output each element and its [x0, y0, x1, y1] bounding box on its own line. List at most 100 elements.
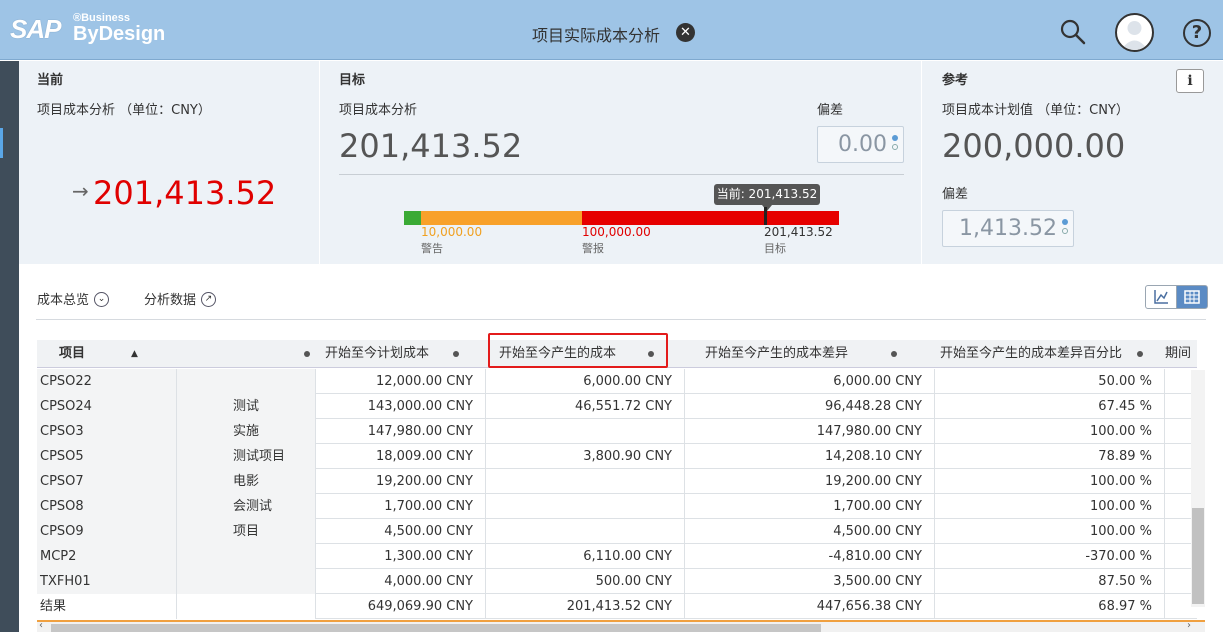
- actual-cost-cell: [486, 519, 685, 544]
- sort-ascending-icon[interactable]: ▲: [131, 340, 141, 368]
- value-help-icon[interactable]: [1062, 219, 1069, 237]
- vertical-scroll-thumb[interactable]: [1192, 508, 1204, 604]
- scroll-left-icon[interactable]: ‹: [39, 620, 43, 631]
- column-header-cost-variance[interactable]: 开始至今产生的成本差异: [705, 340, 875, 368]
- reference-value: 200,000.00: [942, 127, 1126, 165]
- target-deviation-field[interactable]: 0.00: [817, 126, 904, 163]
- variance-percent-cell: 100.00 %: [935, 494, 1165, 519]
- compass-icon: ↗: [201, 292, 217, 307]
- left-navigation-rail: [0, 61, 19, 632]
- planned-cost-cell: 649,069.90 CNY: [316, 594, 486, 619]
- project-id-cell: CPSO3: [37, 419, 177, 444]
- actual-cost-cell: 3,800.90 CNY: [486, 444, 685, 469]
- planned-cost-cell: 4,500.00 CNY: [316, 519, 486, 544]
- planned-cost-cell: 143,000.00 CNY: [316, 394, 486, 419]
- table-row[interactable]: CPSO24 测试 143,000.00 CNY 46,551.72 CNY 96,44…: [37, 394, 1197, 419]
- project-id-cell: CPSO22: [37, 369, 177, 394]
- tick-alert-value: 100,000.00: [582, 225, 651, 239]
- actual-cost-cell: 500.00 CNY: [486, 569, 685, 594]
- table-row[interactable]: CPSO9 项目 4,500.00 CNY 4,500.00 CNY 100.00 %: [37, 519, 1197, 544]
- column-menu-icon[interactable]: [891, 351, 897, 357]
- column-menu-icon[interactable]: [304, 351, 310, 357]
- cost-variance-cell: 3,500.00 CNY: [685, 569, 935, 594]
- logo-sap-text: SAP: [10, 14, 61, 44]
- tab-analysis-data[interactable]: 分析数据 ↗: [144, 289, 217, 308]
- column-menu-icon[interactable]: [1137, 351, 1143, 357]
- current-value: 201,413.52: [93, 174, 277, 212]
- horizontal-scroll-thumb[interactable]: [51, 624, 821, 632]
- variance-percent-cell: 87.50 %: [935, 569, 1165, 594]
- planned-cost-cell: 1,300.00 CNY: [316, 544, 486, 569]
- target-label: 项目成本分析: [339, 103, 418, 118]
- planned-cost-cell: 1,700.00 CNY: [316, 494, 486, 519]
- tab-analysis-data-label: 分析数据: [144, 293, 197, 308]
- project-name-cell: [177, 544, 316, 569]
- tick-target-value: 201,413.52: [764, 225, 833, 239]
- tick-target-label: 目标: [764, 242, 786, 255]
- table-total-row[interactable]: 结果 649,069.90 CNY 201,413.52 CNY 447,656.38…: [37, 594, 1197, 619]
- table-row[interactable]: CPSO8 会测试 1,700.00 CNY 1,700.00 CNY 100.00 %: [37, 494, 1197, 519]
- chart-view-button[interactable]: [1145, 285, 1177, 309]
- scroll-right-icon[interactable]: ›: [1187, 620, 1191, 631]
- reference-deviation-field[interactable]: 1,413.52: [942, 210, 1074, 247]
- variance-percent-cell: 67.45 %: [935, 394, 1165, 419]
- cost-variance-cell: 6,000.00 CNY: [685, 369, 935, 394]
- table-row[interactable]: CPSO7 电影 19,200.00 CNY 19,200.00 CNY 100.00 …: [37, 469, 1197, 494]
- variance-percent-cell: 68.97 %: [935, 594, 1165, 619]
- table-row[interactable]: CPSO3 实施 147,980.00 CNY 147,980.00 CNY 100.0…: [37, 419, 1197, 444]
- project-name-cell: 会测试: [177, 494, 316, 519]
- horizontal-scrollbar[interactable]: ‹ ›: [37, 620, 1205, 632]
- search-icon[interactable]: [1060, 19, 1086, 45]
- tick-warning-label: 警告: [421, 242, 443, 255]
- actual-cost-cell: 6,000.00 CNY: [486, 369, 685, 394]
- user-icon: [1121, 21, 1148, 50]
- planned-cost-cell: 147,980.00 CNY: [316, 419, 486, 444]
- tab-divider: [36, 319, 1206, 320]
- info-icon[interactable]: i: [1176, 69, 1204, 93]
- project-id-cell: CPSO7: [37, 469, 177, 494]
- cost-analysis-table: 项目 ▲ 开始至今计划成本 开始至今产生的成本 开始至今产生的成本差异 开始至今…: [37, 322, 1197, 632]
- actual-cost-cell: 201,413.52 CNY: [486, 594, 685, 619]
- column-header-period[interactable]: 期间: [1165, 340, 1197, 368]
- project-name-cell: [177, 594, 316, 619]
- chevron-down-icon: ⌄: [94, 292, 110, 307]
- planned-cost-cell: 4,000.00 CNY: [316, 569, 486, 594]
- column-header-variance-percent[interactable]: 开始至今产生的成本差异百分比: [940, 340, 1140, 368]
- column-header-project[interactable]: 项目: [59, 340, 179, 368]
- reference-deviation-label: 偏差: [942, 187, 969, 202]
- tab-cost-overview[interactable]: 成本总览 ⌄: [37, 289, 110, 308]
- project-name-cell: [177, 369, 316, 394]
- project-id-cell: CPSO5: [37, 444, 177, 469]
- page-title: 项目实际成本分析: [532, 26, 661, 45]
- planned-cost-cell: 12,000.00 CNY: [316, 369, 486, 394]
- highlight-frame: [488, 333, 668, 368]
- table-row[interactable]: CPSO5 测试项目 18,009.00 CNY 3,800.90 CNY 14,208…: [37, 444, 1197, 469]
- actual-cost-cell: [486, 469, 685, 494]
- value-help-icon[interactable]: [892, 135, 899, 153]
- table-view-button[interactable]: [1176, 285, 1208, 309]
- project-id-cell: MCP2: [37, 544, 177, 569]
- table-row[interactable]: CPSO22 12,000.00 CNY 6,000.00 CNY 6,000.00 …: [37, 369, 1197, 394]
- sap-logo[interactable]: SAP ®Business ByDesign: [10, 13, 165, 45]
- project-id-cell: CPSO8: [37, 494, 177, 519]
- table-row[interactable]: MCP2 1,300.00 CNY 6,110.00 CNY -4,810.00 CN…: [37, 544, 1197, 569]
- chart-icon: [1154, 290, 1168, 304]
- project-id-cell: TXFH01: [37, 569, 177, 594]
- tick-warning-value: 10,000.00: [421, 225, 483, 239]
- vertical-scrollbar[interactable]: [1191, 370, 1205, 607]
- tab-cost-overview-label: 成本总览: [37, 293, 90, 308]
- project-id-cell: CPSO24: [37, 394, 177, 419]
- variance-percent-cell: 100.00 %: [935, 519, 1165, 544]
- rail-active-indicator[interactable]: [0, 128, 3, 158]
- close-icon[interactable]: ✕: [676, 23, 695, 42]
- column-menu-icon[interactable]: [453, 351, 459, 357]
- user-avatar[interactable]: [1115, 13, 1154, 52]
- project-name-cell: 测试项目: [177, 444, 316, 469]
- help-icon[interactable]: ?: [1183, 19, 1211, 47]
- tick-alert-label: 警报: [582, 242, 604, 255]
- current-value-tooltip: 当前: 201,413.52: [714, 184, 820, 211]
- table-row[interactable]: TXFH01 4,000.00 CNY 500.00 CNY 3,500.00 CNY…: [37, 569, 1197, 594]
- divider: [339, 174, 904, 175]
- variance-percent-cell: 78.89 %: [935, 444, 1165, 469]
- reference-kpi-panel: 参考 i 项目成本计划值 （单位：CNY） 200,000.00 偏差 1,41…: [922, 61, 1223, 264]
